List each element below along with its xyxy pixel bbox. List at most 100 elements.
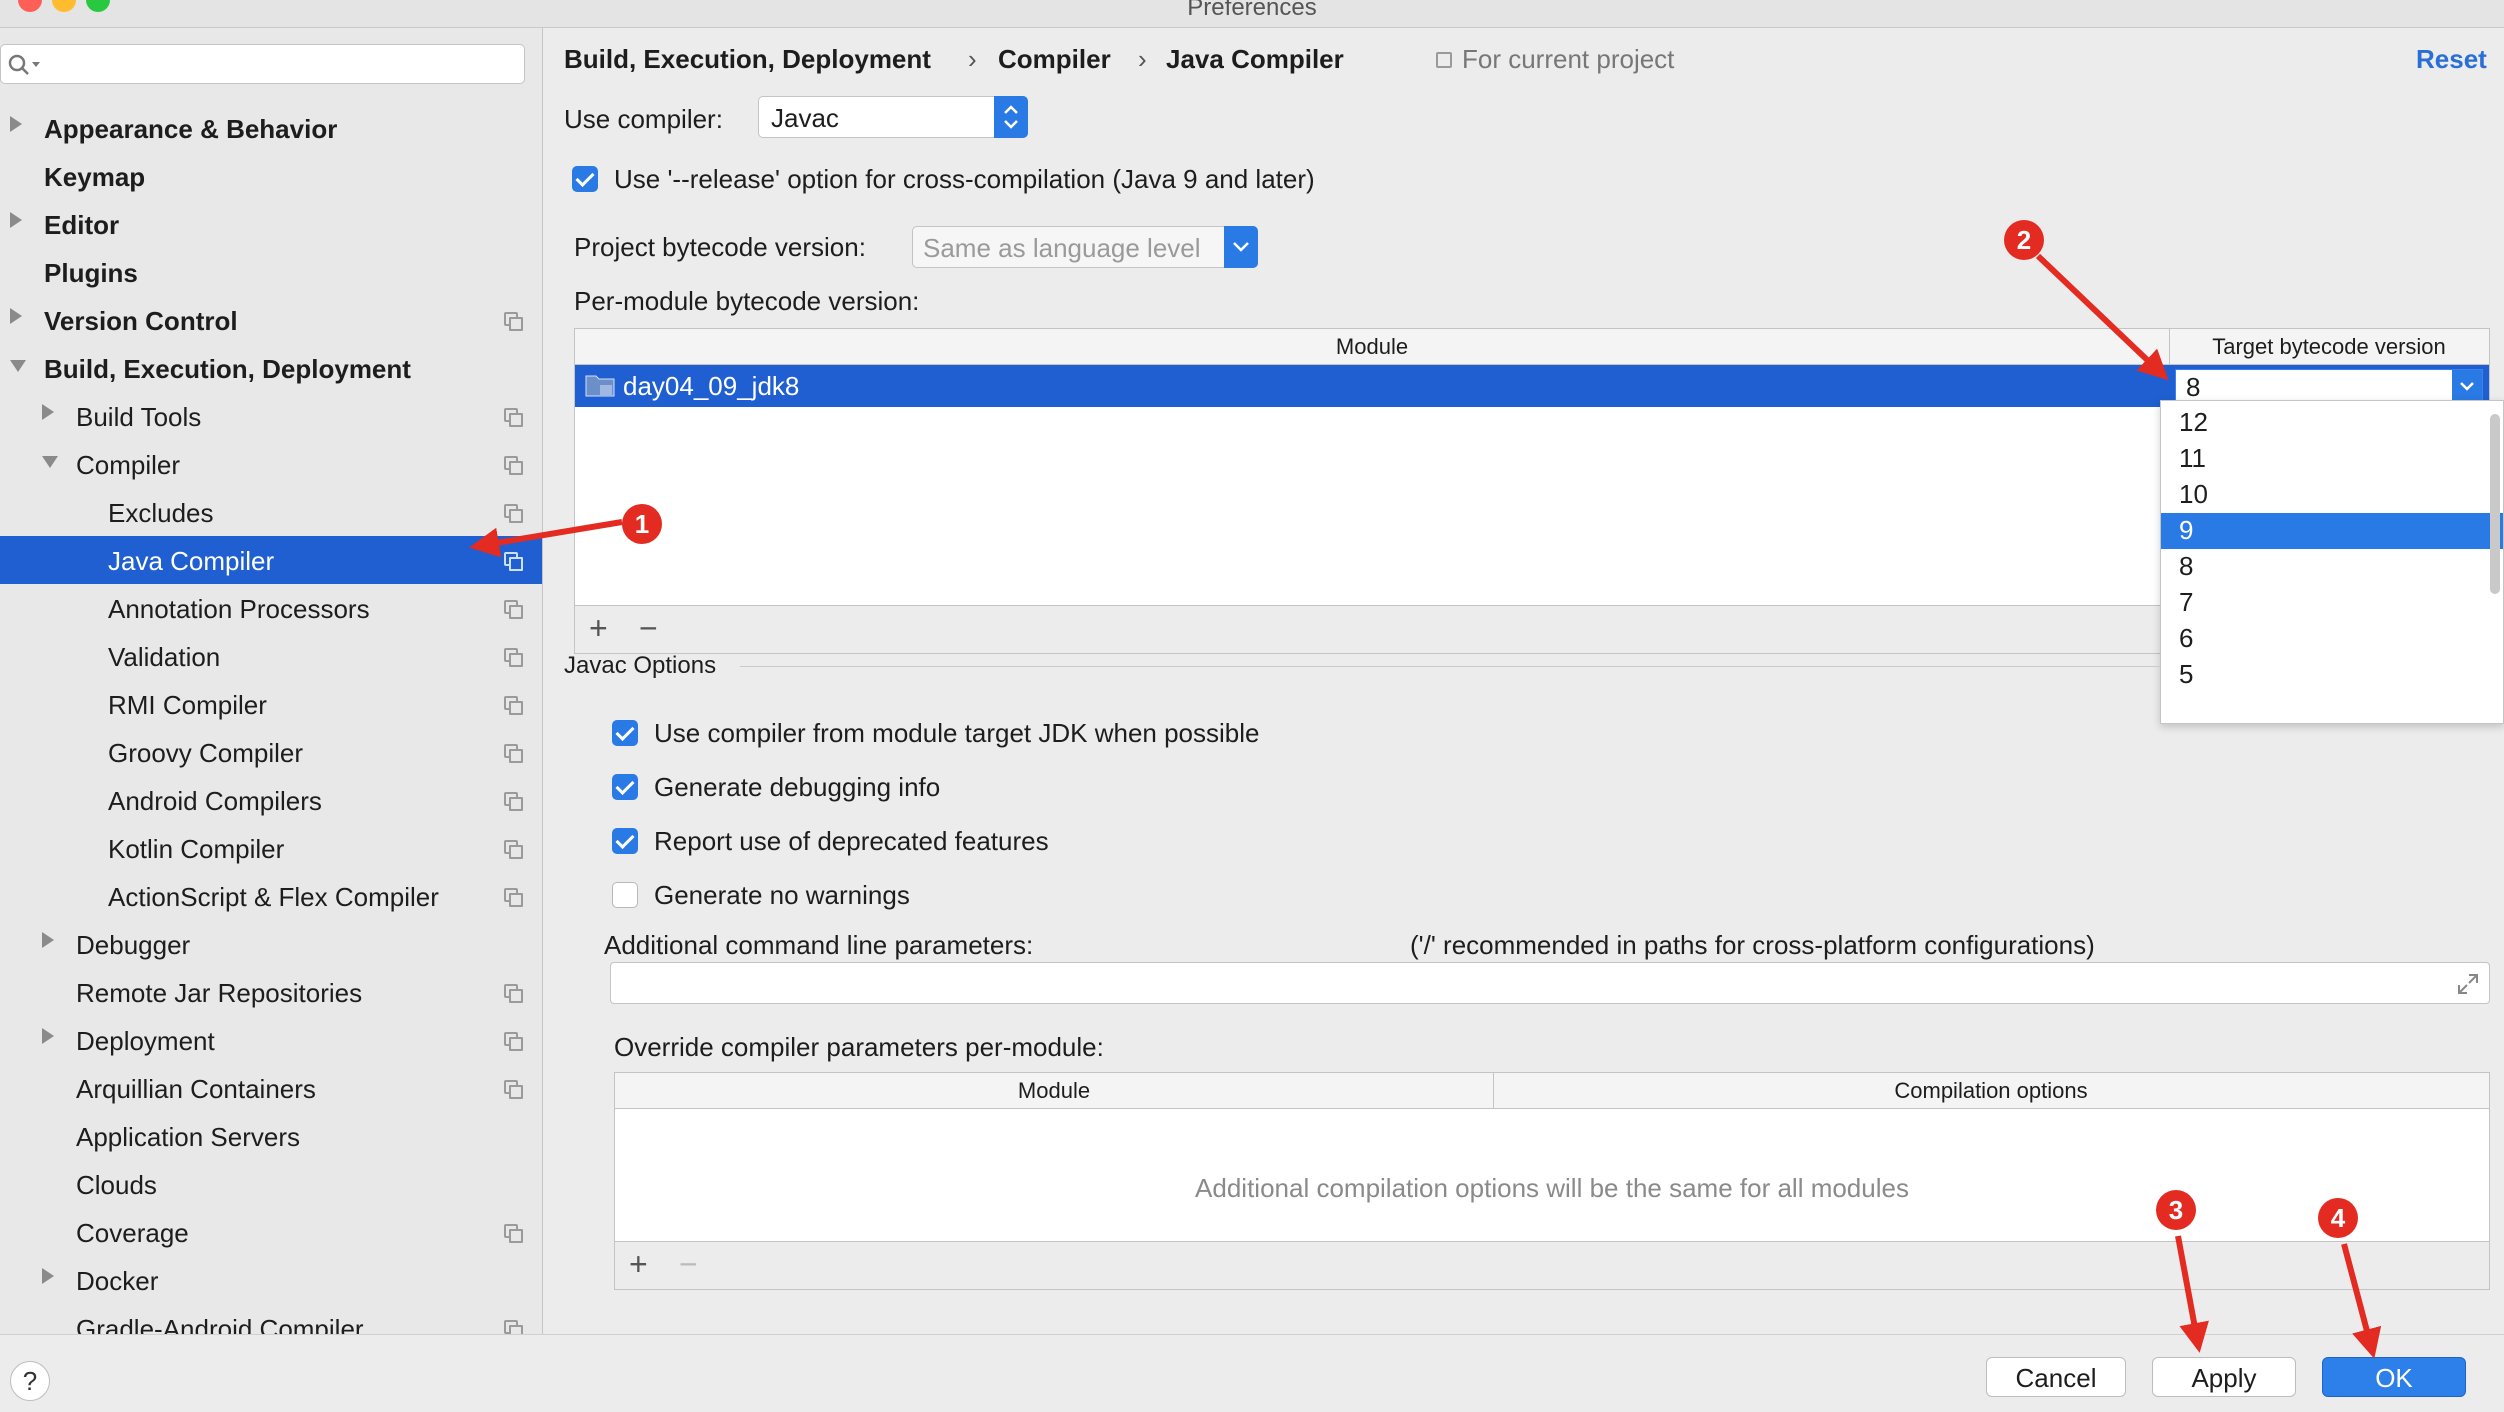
project-scope-icon — [504, 1032, 523, 1051]
remove-icon: − — [679, 1246, 698, 1282]
additional-params-input[interactable] — [610, 962, 2490, 1004]
sidebar-item-label: Arquillian Containers — [76, 1074, 316, 1104]
collapsed-arrow-icon[interactable] — [10, 212, 22, 228]
expand-icon[interactable] — [2455, 971, 2481, 997]
dropdown-option[interactable]: 7 — [2161, 585, 2503, 621]
apply-button[interactable]: Apply — [2152, 1357, 2296, 1397]
sidebar-item-editor[interactable]: Editor — [0, 200, 542, 248]
dropdown-option[interactable]: 12 — [2161, 405, 2503, 441]
help-button[interactable]: ? — [10, 1361, 50, 1401]
breadcrumb-compiler[interactable]: Compiler — [998, 44, 1111, 75]
sidebar-item-label: Compiler — [76, 450, 181, 480]
sidebar-item-rmi-compiler[interactable]: RMI Compiler — [0, 680, 542, 728]
sidebar-item-label: Annotation Processors — [108, 594, 370, 624]
additional-params-label: Additional command line parameters: — [604, 930, 1034, 960]
expanded-arrow-icon[interactable] — [42, 456, 58, 468]
remove-icon[interactable]: − — [639, 610, 658, 647]
table-header: Module Target bytecode version — [575, 329, 2489, 365]
sidebar-item-keymap[interactable]: Keymap — [0, 152, 542, 200]
sidebar-item-label: Android Compilers — [108, 786, 322, 816]
collapsed-arrow-icon[interactable] — [10, 116, 22, 132]
use-compiler-label: Use compiler: — [564, 104, 723, 134]
column-compilation-options[interactable]: Compilation options — [1493, 1078, 2489, 1104]
collapsed-arrow-icon[interactable] — [42, 404, 54, 420]
sidebar-item-java-compiler[interactable]: Java Compiler — [0, 536, 542, 584]
sidebar-item-annotation-processors[interactable]: Annotation Processors — [0, 584, 542, 632]
sidebar-item-debugger[interactable]: Debugger — [0, 920, 542, 968]
ok-button[interactable]: OK — [2322, 1357, 2466, 1397]
sidebar-item-groovy-compiler[interactable]: Groovy Compiler — [0, 728, 542, 776]
collapsed-arrow-icon[interactable] — [42, 932, 54, 948]
dropdown-option[interactable]: 8 — [2161, 549, 2503, 585]
additional-params-hint: ('/' recommended in paths for cross-plat… — [1410, 930, 2095, 960]
target-bytecode-value: 8 — [2186, 372, 2201, 402]
sidebar-item-build-tools[interactable]: Build Tools — [0, 392, 542, 440]
sidebar-item-remote-jar-repositories[interactable]: Remote Jar Repositories — [0, 968, 542, 1016]
sidebar-item-compiler[interactable]: Compiler — [0, 440, 542, 488]
module-name: day04_09_jdk8 — [623, 371, 800, 401]
release-option-checkbox[interactable] — [572, 166, 598, 192]
sidebar-item-validation[interactable]: Validation — [0, 632, 542, 680]
sidebar-item-docker[interactable]: Docker — [0, 1256, 542, 1304]
add-icon[interactable]: + — [589, 610, 608, 647]
sidebar-item-appearance-behavior[interactable]: Appearance & Behavior — [0, 104, 542, 152]
sidebar-item-kotlin-compiler[interactable]: Kotlin Compiler — [0, 824, 542, 872]
override-params-label: Override compiler parameters per-module: — [614, 1032, 1104, 1062]
project-bytecode-select[interactable]: Same as language level — [912, 226, 1258, 268]
javac-option-checkbox[interactable] — [612, 774, 638, 800]
reset-link[interactable]: Reset — [2416, 44, 2487, 75]
target-bytecode-select[interactable]: 8 — [2175, 369, 2483, 403]
dropdown-option[interactable]: 10 — [2161, 477, 2503, 513]
sidebar-item-build-execution-deployment[interactable]: Build, Execution, Deployment — [0, 344, 542, 392]
collapsed-arrow-icon[interactable] — [42, 1028, 54, 1044]
sidebar-item-excludes[interactable]: Excludes — [0, 488, 542, 536]
column-target-bytecode[interactable]: Target bytecode version — [2169, 334, 2489, 360]
sidebar-item-label: Excludes — [108, 498, 214, 528]
sidebar-item-gradle-android-compiler[interactable]: Gradle-Android Compiler — [0, 1304, 542, 1334]
updown-icon — [994, 96, 1028, 138]
collapsed-arrow-icon[interactable] — [10, 308, 22, 324]
sidebar-item-application-servers[interactable]: Application Servers — [0, 1112, 542, 1160]
sidebar-item-label: Version Control — [44, 306, 238, 336]
javac-option-checkbox[interactable] — [612, 720, 638, 746]
sidebar-item-actionscript-flex-compiler[interactable]: ActionScript & Flex Compiler — [0, 872, 542, 920]
sidebar-item-deployment[interactable]: Deployment — [0, 1016, 542, 1064]
javac-option-label: Generate debugging info — [654, 772, 941, 802]
annotation-marker-3: 3 — [2156, 1190, 2196, 1230]
collapsed-arrow-icon[interactable] — [42, 1268, 54, 1284]
sidebar-item-clouds[interactable]: Clouds — [0, 1160, 542, 1208]
sidebar-item-label: Debugger — [76, 930, 191, 960]
sidebar-item-label: Appearance & Behavior — [44, 114, 338, 144]
sidebar-item-label: Java Compiler — [108, 546, 275, 576]
sidebar-item-version-control[interactable]: Version Control — [0, 296, 542, 344]
javac-option-checkbox[interactable] — [612, 882, 638, 908]
breadcrumb-build[interactable]: Build, Execution, Deployment — [564, 44, 931, 75]
sidebar-item-label: Editor — [44, 210, 120, 240]
expanded-arrow-icon[interactable] — [10, 360, 26, 372]
dropdown-option[interactable]: 11 — [2161, 441, 2503, 477]
module-folder-icon — [585, 375, 615, 397]
table-header: Module Compilation options — [615, 1073, 2489, 1109]
sidebar-item-coverage[interactable]: Coverage — [0, 1208, 542, 1256]
sidebar-item-plugins[interactable]: Plugins — [0, 248, 542, 296]
compiler-select[interactable]: Javac — [758, 96, 1028, 138]
dropdown-scrollbar[interactable] — [2490, 414, 2500, 594]
dropdown-option[interactable]: 6 — [2161, 621, 2503, 657]
add-icon[interactable]: + — [629, 1246, 648, 1283]
dropdown-option[interactable]: 9 — [2161, 513, 2503, 549]
dropdown-option[interactable]: 5 — [2161, 657, 2503, 693]
sidebar-item-label: Gradle-Android Compiler — [76, 1314, 364, 1334]
column-module[interactable]: Module — [575, 334, 2169, 360]
javac-options-section-label: Javac Options — [564, 652, 717, 679]
target-bytecode-dropdown[interactable]: 12 11 10 9 8 7 6 5 — [2160, 400, 2504, 724]
sidebar-item-label: Remote Jar Repositories — [76, 978, 363, 1008]
column-module[interactable]: Module — [615, 1078, 1493, 1104]
settings-search-input[interactable] — [0, 44, 525, 84]
sidebar-item-android-compilers[interactable]: Android Compilers — [0, 776, 542, 824]
scope-label: For current project — [1462, 44, 1675, 74]
cancel-button[interactable]: Cancel — [1986, 1357, 2126, 1397]
sidebar-item-arquillian-containers[interactable]: Arquillian Containers — [0, 1064, 542, 1112]
project-scope-icon — [504, 456, 523, 475]
javac-option-checkbox[interactable] — [612, 828, 638, 854]
override-params-table: Module Compilation options Additional co… — [614, 1072, 2490, 1242]
